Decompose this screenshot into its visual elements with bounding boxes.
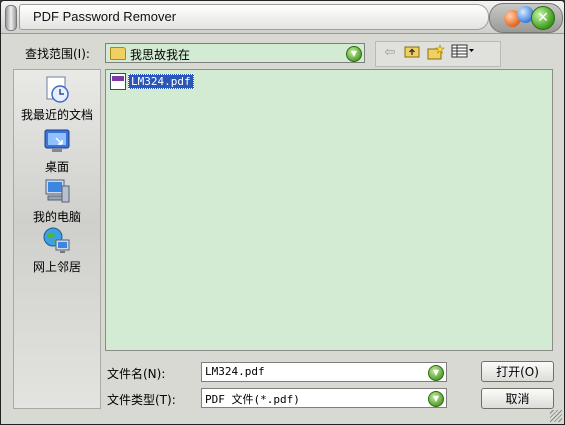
window-title: PDF Password Remover [33,9,177,24]
nav-toolbar: ⇦ [375,41,501,67]
filetype-select[interactable]: PDF 文件(*.pdf) ▼ [201,388,447,408]
desktop-icon [41,126,73,156]
filename-label: 文件名(N): [107,367,166,381]
place-my-computer[interactable]: 我的电脑 [14,176,100,225]
back-icon[interactable]: ⇦ [380,44,400,62]
place-label: 我最近的文档 [20,108,93,122]
network-icon [41,226,73,256]
place-desktop[interactable]: 桌面 [14,126,100,175]
folder-icon [110,47,126,60]
place-network[interactable]: 网上邻居 [14,226,100,275]
chevron-down-icon[interactable]: ▼ [428,391,444,407]
recent-docs-icon [41,74,73,104]
cancel-button[interactable]: 取消 [481,388,554,409]
grip-icon[interactable] [5,5,17,31]
lookin-value: 我思故我在 [130,48,191,62]
file-list[interactable]: LM324.pdf [105,69,553,351]
filename-value: LM324.pdf [205,365,265,378]
filetype-label: 文件类型(T): [107,393,176,407]
file-name: LM324.pdf [128,74,194,89]
close-icon: ✕ [537,10,549,26]
place-label: 桌面 [44,160,69,174]
my-computer-icon [41,176,73,206]
pdf-file-icon [110,73,126,90]
resize-grip-icon[interactable] [550,410,562,422]
places-bar: 我最近的文档 桌面 我的电脑 网上邻居 [13,69,101,409]
chevron-down-icon[interactable]: ▼ [346,46,362,62]
open-button[interactable]: 打开(O) [481,361,554,382]
up-folder-icon[interactable] [402,44,422,62]
list-item[interactable]: LM324.pdf [110,73,194,90]
place-label: 网上邻居 [32,260,81,274]
filename-input[interactable]: LM324.pdf ▼ [201,362,447,382]
close-button[interactable]: ✕ [531,6,555,30]
filetype-value: PDF 文件(*.pdf) [205,393,300,406]
chevron-down-icon[interactable]: ▼ [428,365,444,381]
new-folder-icon[interactable] [426,44,446,62]
place-recent-docs[interactable]: 我最近的文档 [14,74,100,123]
lookin-combo[interactable]: 我思故我在 ▼ [105,43,365,63]
lookin-label: 查找范围(I): [25,47,90,61]
title-bar[interactable]: PDF Password Remover ✕ [1,1,564,34]
place-label: 我的电脑 [32,210,81,224]
file-dialog-window: PDF Password Remover ✕ 查找范围(I): 我思故我在 ▼ … [0,0,565,425]
view-menu-icon[interactable] [450,44,476,62]
